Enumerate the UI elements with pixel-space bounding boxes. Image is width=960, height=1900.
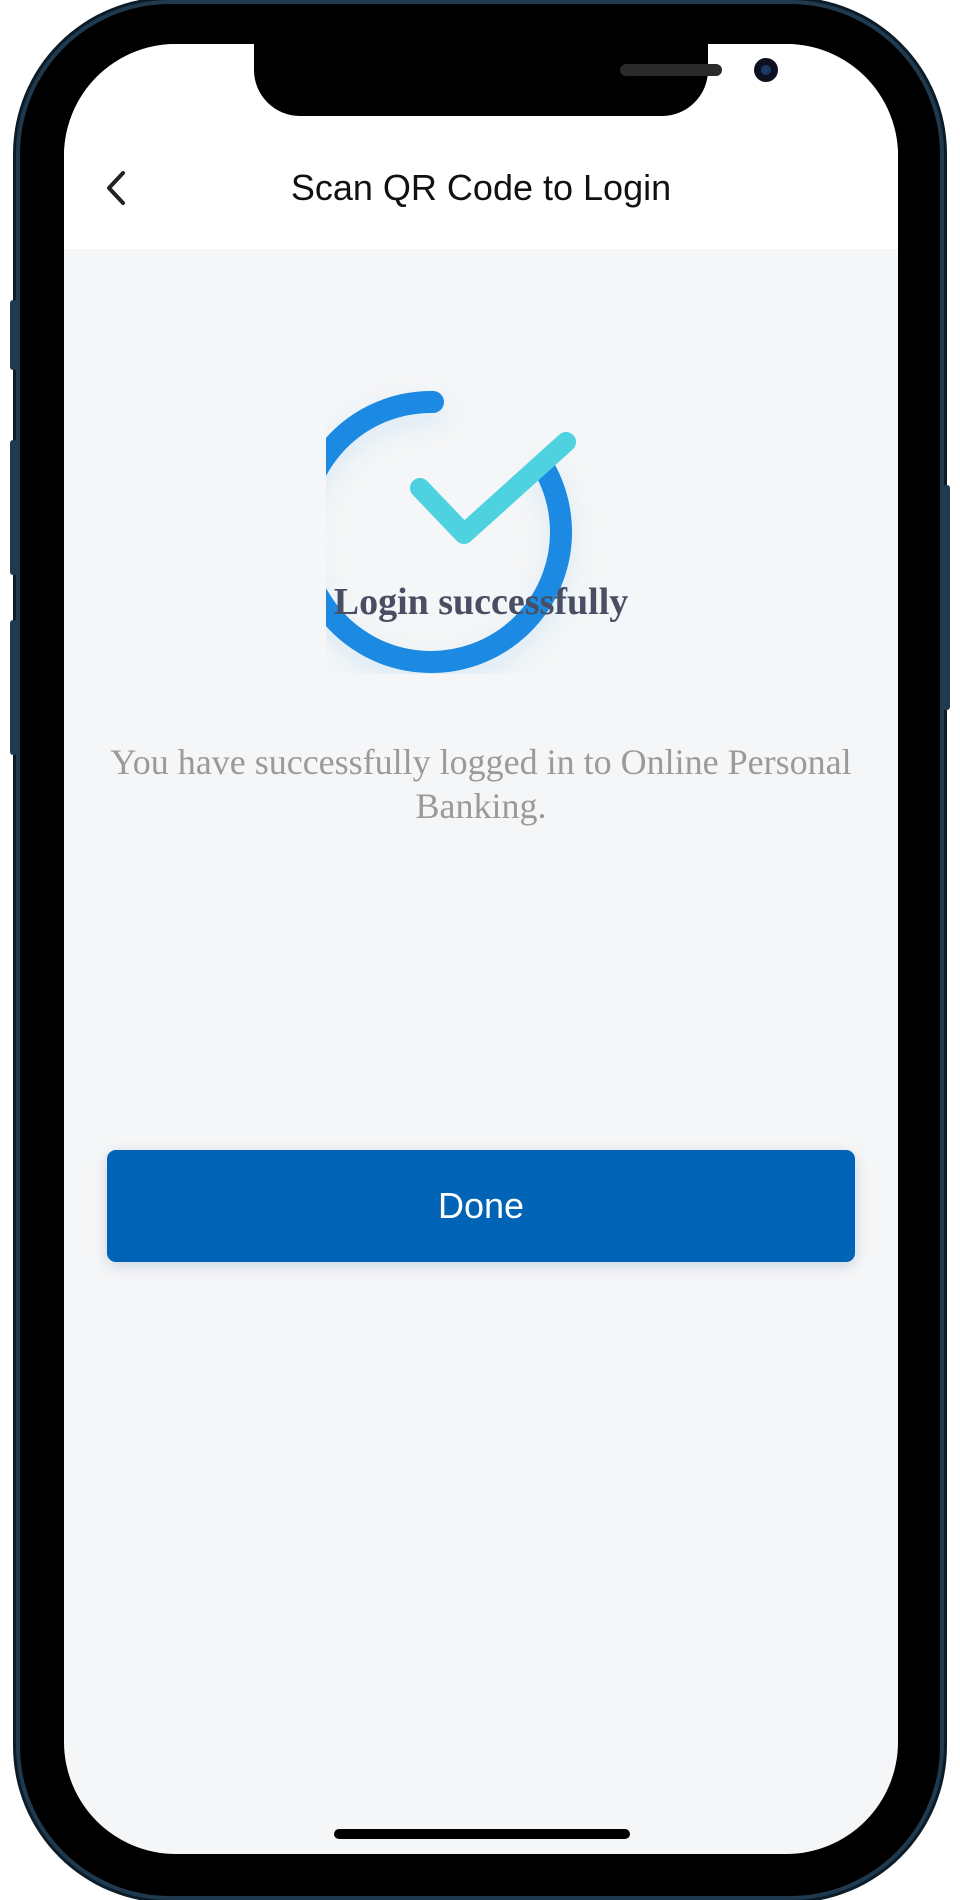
screen: Scan QR Code to Login Login successfully… xyxy=(64,44,898,1854)
success-message: You have successfully logged in to Onlin… xyxy=(110,742,852,826)
success-title: Login successfully xyxy=(333,581,629,623)
back-button[interactable] xyxy=(90,162,142,214)
checkmark-circle-icon xyxy=(326,390,576,673)
speaker-grille xyxy=(620,64,722,76)
volume-down-button xyxy=(10,620,18,755)
power-button xyxy=(942,485,950,710)
page-title: Scan QR Code to Login xyxy=(290,167,672,208)
done-button[interactable]: Done xyxy=(107,1150,855,1262)
volume-up-button xyxy=(10,440,18,575)
chevron-left-icon xyxy=(107,171,125,205)
silent-switch xyxy=(10,300,18,370)
front-camera xyxy=(754,58,778,82)
notch xyxy=(254,44,778,116)
home-indicator xyxy=(334,1829,630,1839)
